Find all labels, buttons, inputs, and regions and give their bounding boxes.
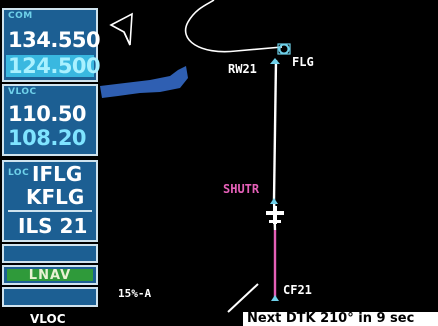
- loc-tag: LOC: [8, 168, 30, 178]
- loc-approach: ILS 21: [18, 214, 88, 238]
- com-panel[interactable]: COM 134.550 124.500: [2, 8, 101, 82]
- com-header: COM: [8, 11, 33, 21]
- vloc-standby-frequency: 108.20: [8, 126, 87, 150]
- airport-icon: [277, 43, 291, 55]
- loc-airport: KFLG: [26, 185, 85, 209]
- status-left: VLOC: [0, 312, 112, 326]
- vloc-active-frequency: 110.50: [8, 102, 87, 126]
- waypoint-marker-shutr: [270, 198, 278, 204]
- empty-slot-2: [2, 287, 98, 307]
- north-arrow-icon: [109, 12, 133, 46]
- waypoint-marker-rw21: [270, 58, 280, 64]
- waypoint-marker-cf21: [271, 295, 279, 301]
- waypoint-label-rw21: RW21: [228, 62, 257, 76]
- vloc-header: VLOC: [8, 87, 37, 97]
- gps-screen: RW21 FLG SHUTR CF21 15%-A COM 134.550 12…: [0, 0, 438, 326]
- com-standby-box[interactable]: 124.500: [6, 54, 101, 78]
- airspace-line: [227, 283, 259, 313]
- vloc-panel[interactable]: VLOC 110.50 108.20: [2, 84, 98, 156]
- com-active-frequency: 134.550: [8, 28, 101, 52]
- map-scale: 15%-A: [118, 287, 152, 300]
- lnav-label: LNAV: [28, 268, 72, 283]
- status-left-label: VLOC: [30, 312, 66, 326]
- com-standby-frequency: 124.500: [8, 54, 101, 78]
- waypoint-label-cf21: CF21: [283, 283, 312, 297]
- approach-panel: LOC IFLG KFLG ILS 21: [2, 160, 98, 242]
- message-bar: Next DTK 210° in 9 sec: [243, 311, 438, 326]
- terrain-blob: [100, 66, 188, 98]
- cdi-source-lnav[interactable]: LNAV: [2, 265, 98, 285]
- loc-ident: IFLG: [32, 162, 83, 186]
- empty-slot-1: [2, 244, 98, 263]
- message-text: Next DTK 210° in 9 sec: [247, 311, 415, 326]
- waypoint-label-flg: FLG: [292, 55, 314, 69]
- waypoint-label-shutr: SHUTR: [223, 182, 260, 196]
- divider: [8, 210, 92, 212]
- course-line-upper: [272, 59, 278, 201]
- holding-pattern: [184, 0, 283, 53]
- aircraft-icon: [266, 206, 284, 224]
